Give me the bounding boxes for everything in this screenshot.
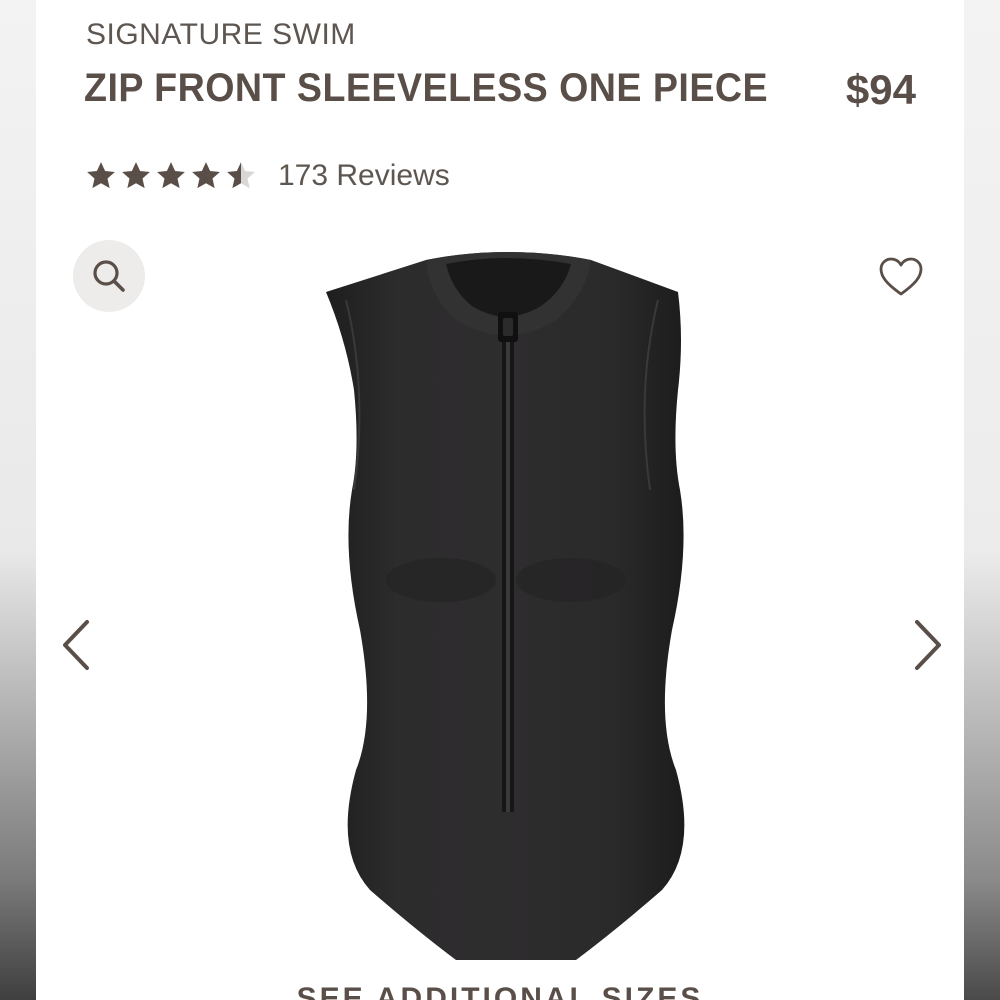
product-price: $94 bbox=[845, 66, 916, 113]
previous-image-button[interactable] bbox=[54, 615, 98, 675]
product-title: ZIP FRONT SLEEVELESS ONE PIECE bbox=[84, 66, 769, 110]
zoom-button[interactable] bbox=[73, 240, 145, 312]
collection-label: SIGNATURE SWIM bbox=[86, 18, 356, 51]
star-icon bbox=[122, 162, 150, 189]
star-rating bbox=[84, 159, 258, 193]
see-additional-sizes-link[interactable]: SEE ADDITIONAL SIZES bbox=[36, 982, 964, 1000]
next-image-button[interactable] bbox=[906, 615, 950, 675]
half-star-icon bbox=[227, 162, 255, 189]
wishlist-button[interactable] bbox=[876, 254, 926, 300]
star-icon bbox=[87, 162, 115, 189]
reviews-link[interactable]: 173 Reviews bbox=[278, 159, 450, 193]
rating-row[interactable]: 173 Reviews bbox=[84, 156, 450, 196]
product-page-frame: SIGNATURE SWIM ZIP FRONT SLEEVELESS ONE … bbox=[0, 0, 1000, 1000]
search-icon bbox=[93, 260, 125, 292]
chevron-left-icon bbox=[63, 620, 89, 670]
star-icon bbox=[157, 162, 185, 189]
right-edge bbox=[964, 0, 1000, 1000]
left-edge bbox=[0, 0, 36, 1000]
star-icon bbox=[192, 162, 220, 189]
product-detail: SIGNATURE SWIM ZIP FRONT SLEEVELESS ONE … bbox=[36, 0, 964, 1000]
product-image[interactable] bbox=[306, 250, 696, 970]
chevron-right-icon bbox=[915, 620, 941, 670]
heart-outline-icon bbox=[879, 257, 923, 296]
